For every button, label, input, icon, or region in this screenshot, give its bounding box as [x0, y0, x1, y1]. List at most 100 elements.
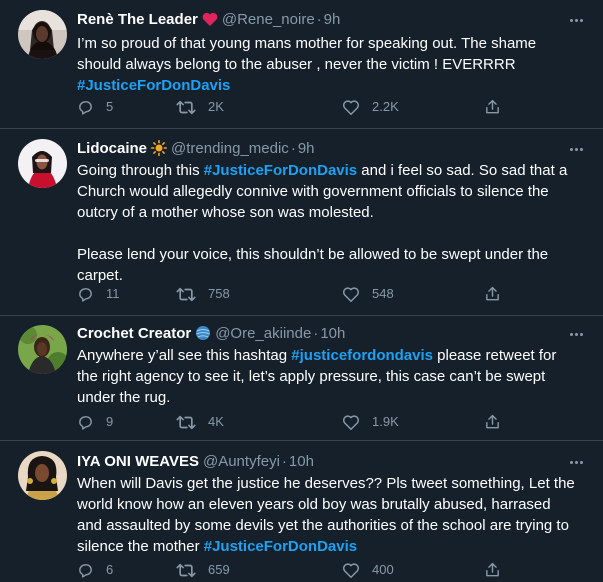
- user-handle[interactable]: @trending_medic: [171, 140, 289, 157]
- timestamp[interactable]: 9h: [298, 140, 315, 157]
- share-button[interactable]: [484, 97, 501, 117]
- tweet-header: Lidocaine @trending_medic · 9h: [77, 138, 563, 160]
- avatar[interactable]: [18, 325, 67, 374]
- retweet-count: 2K: [208, 99, 224, 114]
- hashtag-link[interactable]: #JusticeForDonDavis: [204, 162, 357, 179]
- share-button[interactable]: [484, 412, 501, 432]
- avatar[interactable]: [18, 139, 67, 188]
- tweet-text-line: please retweet for: [433, 347, 557, 364]
- tweet-text-line: I’m so proud of that young mans mother f…: [77, 35, 537, 52]
- reply-icon: [79, 100, 92, 115]
- more-options-icon[interactable]: [565, 141, 587, 157]
- share-icon: [486, 414, 499, 429]
- like-count: 548: [372, 286, 394, 301]
- timestamp[interactable]: 10h: [320, 325, 345, 342]
- reply-count: 6: [106, 562, 114, 577]
- avatar[interactable]: [18, 10, 67, 59]
- like-count: 2.2K: [372, 99, 399, 114]
- share-button[interactable]: [484, 284, 501, 304]
- like-button[interactable]: 1.9K: [342, 412, 399, 432]
- reply-button[interactable]: 5: [77, 97, 113, 117]
- reply-icon: [79, 563, 92, 578]
- avatar[interactable]: [18, 451, 67, 500]
- more-options-icon[interactable]: [565, 454, 587, 470]
- like-count: 1.9K: [372, 414, 399, 429]
- tweet-actions: 5 2K 2.2K: [77, 97, 517, 117]
- like-count: 400: [372, 562, 394, 577]
- tweet-text-line: Anywhere y’all see this hashtag: [77, 347, 292, 364]
- share-icon: [486, 286, 499, 301]
- tweet-header: Crochet Creator @Ore_akiinde · 10h: [77, 323, 563, 345]
- tweet-text: Anywhere y’all see this hashtag #justice…: [77, 345, 583, 408]
- tweet-text-line: [77, 223, 583, 244]
- more-options-icon[interactable]: [565, 12, 587, 28]
- timeline-feed: Renè The Leader @Rene_noire · 9h I’m so pro…: [0, 0, 603, 582]
- heart-icon: [342, 562, 360, 578]
- tweet-text-line: outcry of a mother whose son was moleste…: [77, 204, 374, 221]
- hashtag-link[interactable]: #justicefordondavis: [291, 347, 433, 364]
- heart-icon: [342, 286, 360, 302]
- tweet-text-line: Going through this: [77, 162, 204, 179]
- tweet-actions: 6 659 400: [77, 560, 517, 580]
- tweet-actions: 11 758 548: [77, 284, 517, 304]
- reply-icon: [79, 415, 92, 430]
- retweet-icon: [176, 415, 196, 429]
- heart-icon: [342, 99, 360, 115]
- like-button[interactable]: 548: [342, 284, 394, 304]
- tweet-text-line: should always belong to the abuser , nev…: [77, 56, 516, 73]
- share-icon: [486, 99, 499, 114]
- share-button[interactable]: [484, 560, 501, 580]
- timestamp[interactable]: 10h: [289, 453, 314, 470]
- timestamp[interactable]: 9h: [324, 11, 341, 28]
- like-button[interactable]: 400: [342, 560, 394, 580]
- tweet-text-line: silence the mother: [77, 538, 204, 555]
- tweet[interactable]: Renè The Leader @Rene_noire · 9h I’m so pro…: [0, 0, 603, 129]
- reply-count: 5: [106, 99, 114, 114]
- share-icon: [486, 562, 499, 577]
- display-name[interactable]: IYA ONI WEAVES: [77, 453, 199, 470]
- separator-dot: ·: [316, 11, 322, 28]
- tweet-text-line: When will Davis get the justice he deser…: [77, 475, 575, 492]
- tweet-actions: 9 4K 1.9K: [77, 412, 517, 432]
- tweet[interactable]: Crochet Creator @Ore_akiinde · 10h Anywhere…: [0, 316, 603, 441]
- separator-dot: ·: [290, 140, 296, 157]
- tweet[interactable]: IYA ONI WEAVES @Auntyfeyi · 10h When will D…: [0, 441, 603, 582]
- retweet-icon: [176, 100, 196, 114]
- tweet-text: I’m so proud of that young mans mother f…: [77, 33, 583, 96]
- reply-count: 11: [106, 286, 120, 301]
- retweet-button[interactable]: 2K: [176, 97, 224, 117]
- retweet-icon: [176, 287, 196, 301]
- retweet-button[interactable]: 4K: [176, 412, 224, 432]
- retweet-button[interactable]: 659: [176, 560, 230, 580]
- retweet-icon: [176, 563, 196, 577]
- tweet-text-line: under the rug.: [77, 389, 171, 406]
- user-handle[interactable]: @Ore_akiinde: [215, 325, 311, 342]
- tweet[interactable]: Lidocaine @trending_medic · 9h Going throug…: [0, 129, 603, 316]
- hashtag-link[interactable]: #JusticeForDonDavis: [204, 538, 357, 555]
- tweet-text-line: world know how an eleven years old boy w…: [77, 496, 551, 513]
- display-name[interactable]: Renè The Leader: [77, 11, 198, 28]
- display-name[interactable]: Lidocaine: [77, 140, 147, 157]
- separator-dot: ·: [281, 453, 287, 470]
- tweet-text-line: Please lend your voice, this shouldn’t b…: [77, 246, 549, 263]
- reply-button[interactable]: 11: [77, 284, 120, 304]
- reply-button[interactable]: 6: [77, 560, 113, 580]
- red-heart-icon: [202, 12, 218, 34]
- reply-icon: [79, 287, 92, 302]
- more-options-icon[interactable]: [565, 326, 587, 342]
- tweet-header: IYA ONI WEAVES @Auntyfeyi · 10h: [77, 451, 563, 473]
- user-handle[interactable]: @Rene_noire: [222, 11, 315, 28]
- reply-button[interactable]: 9: [77, 412, 113, 432]
- like-button[interactable]: 2.2K: [342, 97, 399, 117]
- retweet-count: 758: [208, 286, 230, 301]
- hashtag-link[interactable]: #JusticeForDonDavis: [77, 77, 230, 94]
- tweet-text-line: and assaulted by some devils yet the aut…: [77, 517, 569, 534]
- tweet-text-line: the right agency to see it, let’s apply …: [77, 368, 546, 385]
- tweet-text: Going through this #JusticeForDonDavis a…: [77, 160, 583, 286]
- tweet-header: Renè The Leader @Rene_noire · 9h: [77, 9, 563, 31]
- retweet-count: 659: [208, 562, 230, 577]
- reply-count: 9: [106, 414, 114, 429]
- retweet-button[interactable]: 758: [176, 284, 230, 304]
- user-handle[interactable]: @Auntyfeyi: [203, 453, 280, 470]
- display-name[interactable]: Crochet Creator: [77, 325, 191, 342]
